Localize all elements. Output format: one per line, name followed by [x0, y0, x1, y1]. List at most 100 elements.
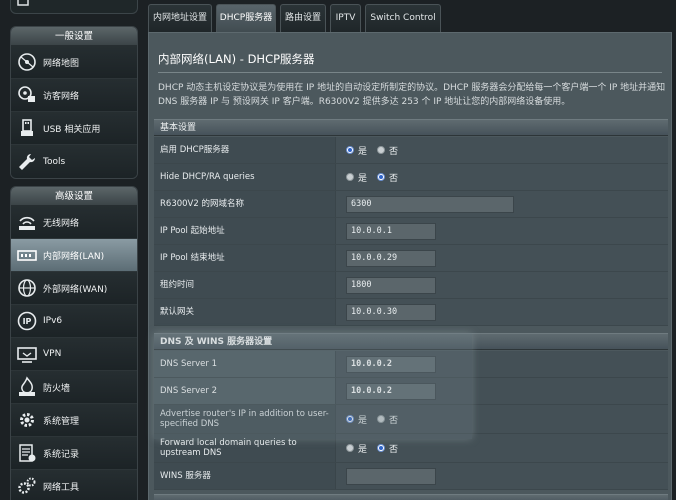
lease-time-input[interactable]: 1800 — [346, 276, 436, 294]
sidebar-item-label: Tools — [43, 156, 66, 167]
wireless-icon — [19, 216, 35, 230]
sidebar-item-label: VPN — [43, 349, 62, 359]
hide-dhcp-ra-radio-group: 是 否 — [346, 171, 404, 184]
hide-dhcp-ra-label: Hide DHCP/RA queries — [154, 164, 336, 190]
sidebar-item-label: IPv6 — [43, 316, 63, 326]
wins-server-input[interactable] — [346, 467, 436, 485]
advertise-router-ip-no-radio[interactable] — [377, 415, 386, 423]
pool-start-label: IP Pool 起始地址 — [154, 218, 336, 244]
sidebar-item-network-tools[interactable]: 网络工具 — [11, 470, 137, 500]
svg-text:IP: IP — [23, 317, 32, 326]
forward-local-domain-radio-group: 是 否 — [346, 442, 404, 455]
sidebar-item-label: 外部网络(WAN) — [43, 284, 108, 295]
lease-time-label: 租约时间 — [154, 272, 336, 298]
guest-network-icon — [18, 86, 35, 102]
sidebar-item-label: 防火墙 — [43, 383, 71, 394]
lease-time-row: 租约时间 1800 — [154, 272, 668, 299]
default-gateway-label: 默认网关 — [154, 299, 336, 325]
forward-local-domain-yes-label: 是 — [358, 444, 368, 455]
domain-name-label: R6300V2 的网域名称 — [154, 191, 336, 217]
sidebar-item-network-map[interactable]: 网络地图 — [11, 46, 137, 79]
main-area: 内网地址设置 DHCP服务器 路由设置 IPTV Switch Control … — [148, 0, 676, 500]
dns-server-2-input[interactable]: 10.0.0.2 — [346, 382, 436, 400]
administration-gear-icon — [20, 413, 34, 427]
hide-dhcp-ra-row: Hide DHCP/RA queries 是 否 — [154, 164, 668, 191]
hide-dhcp-ra-yes-radio[interactable] — [346, 173, 354, 181]
tab-switch-control[interactable]: Switch Control — [365, 4, 441, 32]
enable-dhcp-yes-label: 是 — [358, 146, 368, 157]
hide-dhcp-ra-no-radio[interactable] — [377, 173, 386, 181]
pool-end-row: IP Pool 结束地址 10.0.0.29 — [154, 245, 668, 272]
sidebar-item-label: 访客网络 — [43, 91, 80, 102]
forward-local-domain-no-label: 否 — [389, 444, 399, 455]
sidebar-item-administration[interactable]: 系统管理 — [11, 404, 137, 437]
forward-local-domain-yes-radio[interactable] — [346, 444, 354, 452]
tab-iptv[interactable]: IPTV — [330, 4, 361, 32]
hide-dhcp-ra-yes-label: 是 — [358, 173, 368, 184]
enable-dhcp-label: 启用 DHCP服务器 — [154, 137, 336, 163]
enable-dhcp-no-radio[interactable] — [377, 146, 386, 154]
sidebar-item-label: 内部网络(LAN) — [43, 251, 105, 262]
sidebar-item-label: 系统管理 — [43, 416, 80, 427]
enable-dhcp-row: 启用 DHCP服务器 是 否 — [154, 137, 668, 164]
network-map-icon — [18, 53, 36, 71]
pool-start-row: IP Pool 起始地址 10.0.0.1 — [154, 218, 668, 245]
enable-dhcp-radio-group: 是 否 — [346, 144, 404, 157]
sidebar-item-label: 网络地图 — [43, 58, 80, 69]
title-divider — [158, 72, 662, 73]
ipv6-icon: IP — [17, 311, 37, 331]
sidebar-item-vpn[interactable]: VPN — [11, 338, 137, 371]
enable-dhcp-no-label: 否 — [389, 146, 399, 157]
dns-server-1-row: DNS Server 1 10.0.0.2 — [154, 351, 668, 378]
advertise-router-ip-yes-radio[interactable] — [346, 415, 354, 423]
sidebar-item-tools[interactable]: Tools — [11, 145, 137, 178]
domain-name-input[interactable]: 6300 — [346, 195, 514, 213]
domain-name-row: R6300V2 的网域名称 6300 — [154, 191, 668, 218]
wins-server-row: WINS 服务器 — [154, 463, 668, 490]
sidebar-item-label: 网络工具 — [43, 482, 80, 493]
pool-end-label: IP Pool 结束地址 — [154, 245, 336, 271]
sidebar-item-guest-network[interactable]: 访客网络 — [11, 79, 137, 112]
tab-route[interactable]: 路由设置 — [280, 4, 326, 32]
sidebar-item-firewall[interactable]: 防火墙 — [11, 371, 137, 404]
content-panel: 内部网络(LAN) - DHCP服务器 DHCP 动态主机设定协议是为使用在 I… — [148, 32, 672, 500]
sidebar-item-lan[interactable]: 内部网络(LAN) — [11, 239, 137, 272]
sidebar: 一般设置 网络地图 访客网络 USB 相关应用 Tools 高级设置 无线网络 … — [0, 0, 148, 500]
dns-wins-header: DNS 及 WINS 服务器设置 — [154, 333, 668, 350]
system-log-icon — [19, 444, 36, 462]
wins-server-label: WINS 服务器 — [154, 463, 336, 489]
network-tools-gear-icon — [18, 477, 36, 494]
advertise-router-ip-no-label: 否 — [389, 415, 399, 426]
sidebar-item-label: 无线网络 — [43, 218, 80, 229]
page-title: 内部网络(LAN) - DHCP服务器 — [158, 52, 315, 66]
advertise-router-ip-row: Advertise router's IP in addition to use… — [154, 405, 668, 434]
sidebar-top-panel — [10, 0, 138, 14]
advanced-settings-header: 高级设置 — [11, 187, 137, 206]
pool-end-input[interactable]: 10.0.0.29 — [346, 249, 436, 267]
dns-server-1-label: DNS Server 1 — [154, 351, 336, 377]
sidebar-item-system-log[interactable]: 系统记录 — [11, 437, 137, 470]
firewall-icon — [19, 376, 35, 396]
general-settings-panel: 一般设置 网络地图 访客网络 USB 相关应用 Tools — [10, 26, 138, 179]
sidebar-item-usb-apps[interactable]: USB 相关应用 — [11, 112, 137, 145]
usb-icon — [21, 119, 33, 136]
sidebar-item-wireless[interactable]: 无线网络 — [11, 206, 137, 239]
default-gateway-row: 默认网关 10.0.0.30 — [154, 299, 668, 326]
sidebar-top-icon — [17, 0, 29, 6]
dns-server-2-row: DNS Server 2 10.0.0.2 — [154, 378, 668, 405]
tab-dhcp-server[interactable]: DHCP服务器 — [216, 4, 276, 32]
hide-dhcp-ra-no-label: 否 — [389, 173, 399, 184]
sidebar-item-wan[interactable]: 外部网络(WAN) — [11, 272, 137, 305]
default-gateway-input[interactable]: 10.0.0.30 — [346, 303, 436, 321]
tab-lan-ip[interactable]: 内网地址设置 — [148, 4, 212, 32]
next-section-header — [154, 494, 668, 500]
forward-local-domain-row: Forward local domain queries to upstream… — [154, 434, 668, 463]
tools-wrench-icon — [19, 153, 36, 170]
enable-dhcp-yes-radio[interactable] — [346, 146, 354, 154]
pool-start-input[interactable]: 10.0.0.1 — [346, 222, 436, 240]
sidebar-item-label: USB 相关应用 — [43, 124, 101, 135]
sidebar-item-ipv6[interactable]: IP IPv6 — [11, 305, 137, 338]
dns-server-1-input[interactable]: 10.0.0.2 — [346, 355, 436, 373]
advertise-router-ip-radio-group: 是 否 — [346, 413, 404, 426]
forward-local-domain-no-radio[interactable] — [377, 444, 386, 452]
